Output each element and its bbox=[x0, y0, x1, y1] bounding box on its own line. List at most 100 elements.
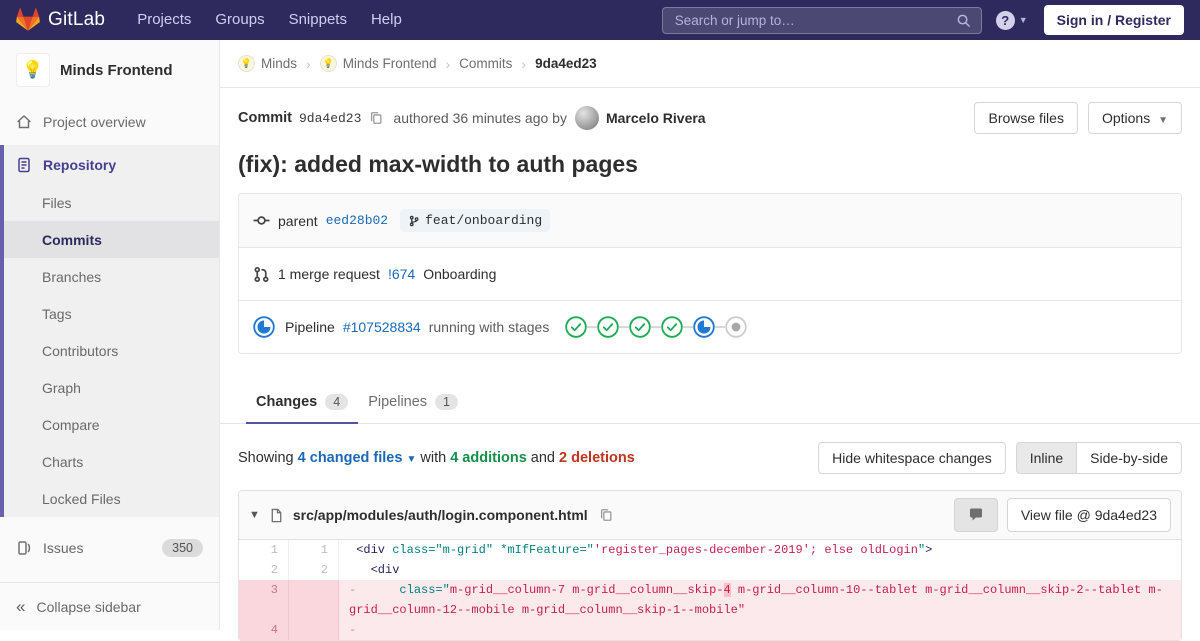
file-icon bbox=[269, 508, 284, 523]
pipeline-stage-running-icon[interactable] bbox=[693, 316, 715, 338]
search-icon bbox=[956, 13, 971, 28]
search-input[interactable] bbox=[673, 12, 956, 29]
old-line-number[interactable]: 4 bbox=[239, 620, 289, 640]
code-line: <div bbox=[339, 560, 1181, 580]
sidebar-item-issues[interactable]: Issues 350 bbox=[0, 528, 219, 567]
new-line-number[interactable] bbox=[289, 620, 339, 640]
pipeline-stage-success-icon[interactable] bbox=[565, 316, 587, 338]
project-sidebar: 💡 Minds Frontend Project overview bbox=[0, 40, 220, 630]
main-content: 💡 Minds › 💡 Minds Frontend › Commits › 9… bbox=[220, 0, 1200, 641]
copy-icon bbox=[599, 508, 613, 522]
old-line-number[interactable]: 1 bbox=[239, 540, 289, 560]
toggle-comments-button[interactable] bbox=[954, 498, 998, 532]
pipeline-mini-graph bbox=[565, 316, 747, 338]
mr-link[interactable]: !674 bbox=[388, 266, 415, 282]
author-name[interactable]: Marcelo Rivera bbox=[606, 110, 706, 126]
sidebar-item-charts[interactable]: Charts bbox=[4, 443, 219, 480]
pipelines-count-badge: 1 bbox=[435, 394, 458, 410]
pipeline-status-icon[interactable] bbox=[253, 316, 275, 338]
menu-item-help[interactable]: Help bbox=[359, 0, 414, 40]
changed-files-dropdown[interactable]: 4 changed files ▼ bbox=[298, 450, 421, 466]
repository-subnav: FilesCommitsBranchesTagsContributorsGrap… bbox=[4, 184, 219, 517]
mr-name: Onboarding bbox=[423, 266, 496, 282]
gitlab-logo[interactable]: GitLab bbox=[16, 8, 105, 32]
code-line: - class="m-grid__column-7 m-grid__column… bbox=[339, 580, 1181, 620]
menu-item-projects[interactable]: Projects bbox=[125, 0, 203, 40]
old-line-number[interactable]: 2 bbox=[239, 560, 289, 580]
breadcrumb-label: 9da4ed23 bbox=[535, 56, 597, 71]
branch-icon bbox=[408, 215, 420, 227]
browse-files-button[interactable]: Browse files bbox=[974, 102, 1077, 134]
breadcrumb-label: Commits bbox=[459, 56, 512, 71]
sidebar-item-label: Repository bbox=[43, 157, 116, 173]
deletions-count: 2 deletions bbox=[559, 450, 635, 466]
breadcrumb-item-minds[interactable]: 💡 Minds bbox=[238, 55, 297, 72]
tab-pipelines[interactable]: Pipelines 1 bbox=[358, 380, 468, 423]
menu-item-snippets[interactable]: Snippets bbox=[277, 0, 359, 40]
pipeline-stage-created-icon[interactable] bbox=[725, 316, 747, 338]
side-by-side-view-button[interactable]: Side-by-side bbox=[1077, 442, 1182, 474]
merge-request-row: 1 merge request !674 Onboarding bbox=[239, 247, 1181, 300]
pipeline-stage-success-icon[interactable] bbox=[661, 316, 683, 338]
pipeline-stage-success-icon[interactable] bbox=[597, 316, 619, 338]
breadcrumb-separator: › bbox=[306, 56, 311, 72]
sidebar-item-label: Issues bbox=[43, 540, 83, 556]
mr-count-text: 1 merge request bbox=[278, 266, 380, 282]
diff-row: 11 <div class="m-grid" *mIfFeature="'reg… bbox=[239, 540, 1181, 560]
changes-count-badge: 4 bbox=[325, 394, 348, 410]
options-dropdown-button[interactable]: Options ▼ bbox=[1088, 102, 1182, 134]
sidebar-item-project-overview[interactable]: Project overview bbox=[0, 102, 219, 141]
sidebar-item-graph[interactable]: Graph bbox=[4, 369, 219, 406]
breadcrumb-label: Minds bbox=[261, 56, 297, 71]
project-context-header[interactable]: 💡 Minds Frontend bbox=[0, 40, 219, 102]
copy-file-path-button[interactable] bbox=[597, 508, 613, 522]
sidebar-item-files[interactable]: Files bbox=[4, 184, 219, 221]
sidebar-item-locked-files[interactable]: Locked Files bbox=[4, 480, 219, 517]
showing-text: Showing bbox=[238, 450, 294, 466]
sidebar-item-repository[interactable]: Repository bbox=[4, 145, 219, 184]
breadcrumb-item-minds-frontend[interactable]: 💡 Minds Frontend bbox=[320, 55, 437, 72]
file-path[interactable]: src/app/modules/auth/login.component.htm… bbox=[293, 507, 588, 523]
stage-connector bbox=[651, 326, 661, 328]
chevron-down-icon: ▼ bbox=[406, 454, 416, 465]
new-line-number[interactable]: 1 bbox=[289, 540, 339, 560]
menu-item-groups[interactable]: Groups bbox=[203, 0, 276, 40]
chevron-down-icon: ▼ bbox=[1158, 115, 1168, 126]
breadcrumb-separator: › bbox=[521, 56, 526, 72]
old-line-number[interactable]: 3 bbox=[239, 580, 289, 620]
commit-icon bbox=[253, 212, 270, 229]
sidebar-item-branches[interactable]: Branches bbox=[4, 258, 219, 295]
code-line: <div class="m-grid" *mIfFeature="'regist… bbox=[339, 540, 1181, 560]
new-line-number[interactable]: 2 bbox=[289, 560, 339, 580]
diff-table: 11 <div class="m-grid" *mIfFeature="'reg… bbox=[239, 540, 1181, 640]
inline-view-button[interactable]: Inline bbox=[1016, 442, 1077, 474]
sidebar-item-tags[interactable]: Tags bbox=[4, 295, 219, 332]
parent-label: parent bbox=[278, 213, 318, 229]
code-line: - bbox=[339, 620, 1181, 640]
branch-badge[interactable]: feat/onboarding bbox=[400, 209, 550, 232]
project-avatar: 💡 bbox=[16, 53, 50, 87]
tab-changes[interactable]: Changes 4 bbox=[246, 380, 358, 423]
pipeline-id-link[interactable]: #107528834 bbox=[343, 319, 421, 335]
stage-connector bbox=[619, 326, 629, 328]
new-line-number[interactable] bbox=[289, 580, 339, 620]
hide-whitespace-button[interactable]: Hide whitespace changes bbox=[818, 442, 1006, 474]
brand-text: GitLab bbox=[48, 9, 105, 31]
copy-sha-button[interactable] bbox=[361, 111, 383, 125]
sidebar-item-compare[interactable]: Compare bbox=[4, 406, 219, 443]
sidebar-item-contributors[interactable]: Contributors bbox=[4, 332, 219, 369]
top-navbar: GitLab Projects Groups Snippets Help ? ▼… bbox=[0, 0, 1200, 40]
commit-meta-row: Commit 9da4ed23 authored 36 minutes ago … bbox=[238, 102, 1182, 134]
diff-row: 3 - class="m-grid__column-7 m-grid__colum… bbox=[239, 580, 1181, 620]
view-file-button[interactable]: View file @ 9da4ed23 bbox=[1007, 498, 1171, 532]
pipeline-stage-success-icon[interactable] bbox=[629, 316, 651, 338]
diff-view-toggle: Inline Side-by-side bbox=[1016, 442, 1182, 474]
parent-sha-link[interactable]: eed28b02 bbox=[326, 213, 388, 228]
global-search[interactable] bbox=[662, 7, 982, 34]
help-dropdown[interactable]: ? ▼ bbox=[996, 11, 1028, 30]
breadcrumb-item-commits[interactable]: Commits bbox=[459, 56, 512, 71]
collapse-sidebar-button[interactable]: « Collapse sidebar bbox=[0, 582, 219, 630]
collapse-file-caret-icon[interactable]: ▼ bbox=[249, 509, 260, 521]
sign-in-register-button[interactable]: Sign in / Register bbox=[1044, 5, 1184, 35]
sidebar-item-commits[interactable]: Commits bbox=[4, 221, 219, 258]
